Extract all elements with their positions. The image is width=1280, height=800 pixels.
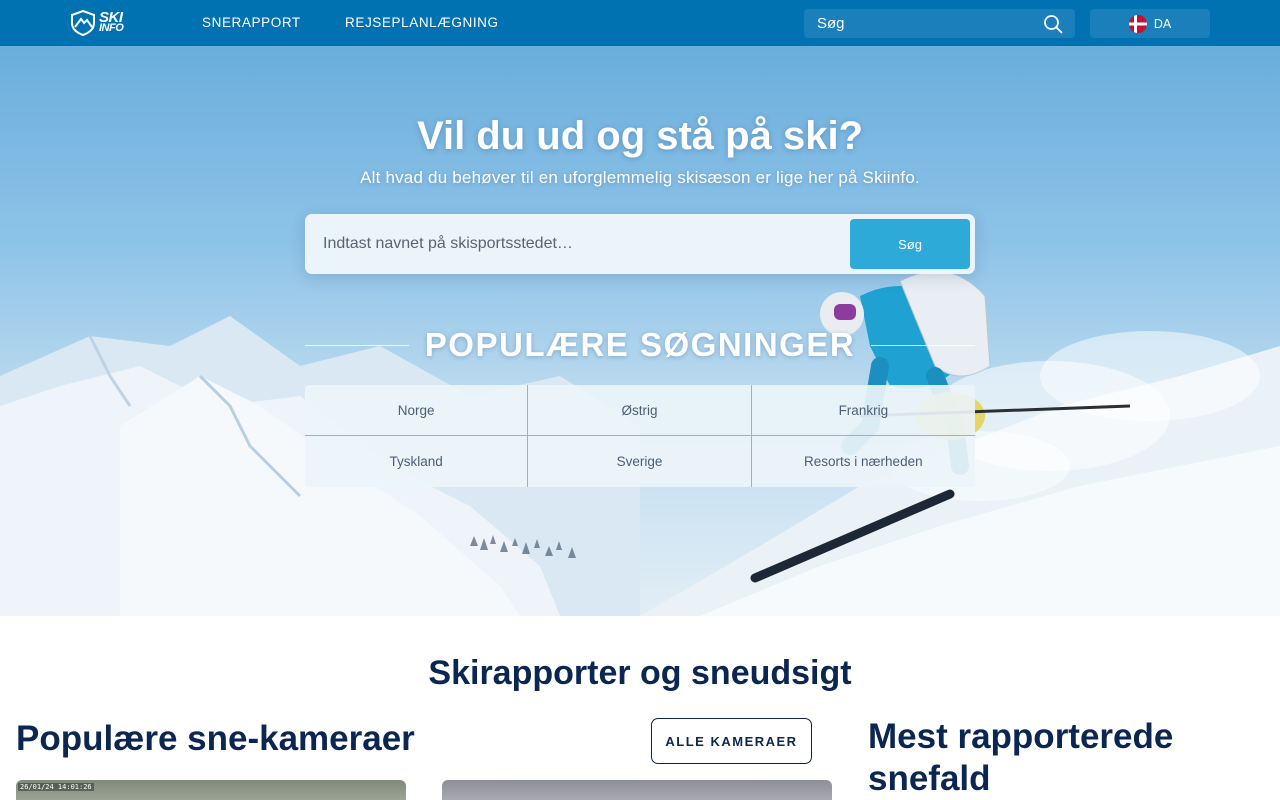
cam-timestamp: 26/01/24 14:01:26 <box>18 783 94 791</box>
popular-searches-grid: Norge Østrig Frankrig Tyskland Sverige R… <box>305 385 975 487</box>
hero-title: Vil du ud og stå på ski? <box>417 114 863 158</box>
popular-search-norge[interactable]: Norge <box>305 385 529 436</box>
popular-searches-title: POPULÆRE SØGNINGER <box>424 326 856 363</box>
popular-search-tyskland[interactable]: Tyskland <box>305 436 529 487</box>
hero-section: Vil du ud og stå på ski? Alt hvad du beh… <box>0 46 1280 616</box>
search-icon[interactable] <box>1043 14 1063 39</box>
resort-search-box: Søg <box>305 214 975 274</box>
popular-search-ostrig[interactable]: Østrig <box>528 385 752 436</box>
nav-link-rejseplanlaegning[interactable]: REJSEPLANLÆGNING <box>345 15 499 30</box>
language-selector-button[interactable]: DA <box>1090 9 1210 38</box>
popular-search-sverige[interactable]: Sverige <box>528 436 752 487</box>
snow-cam-thumbnail[interactable] <box>442 780 832 800</box>
language-label: DA <box>1153 16 1172 31</box>
all-cameras-button[interactable]: ALLE KAMERAER <box>651 718 812 764</box>
hero-subtitle: Alt hvad du behøver til en uforglemmelig… <box>360 168 920 187</box>
popular-search-frankrig[interactable]: Frankrig <box>751 385 975 436</box>
snow-cam-thumbnail[interactable]: 26/01/24 14:01:26 <box>16 780 406 800</box>
popular-searches-header: POPULÆRE SØGNINGER <box>305 322 975 372</box>
resort-search-input[interactable] <box>305 214 845 274</box>
nav-link-snerapport[interactable]: SNERAPPORT <box>202 15 301 30</box>
header-search-input[interactable] <box>804 9 1034 38</box>
resort-search-button[interactable]: Søg <box>850 219 970 269</box>
top-navigation-bar: SKI INFO SNERAPPORT REJSEPLANLÆGNING DA <box>0 0 1280 46</box>
logo-line-2: INFO <box>99 22 124 34</box>
skiinfo-logo[interactable]: SKI INFO <box>70 9 132 37</box>
section-title-ski-reports: Skirapporter og sneudsigt <box>428 654 852 692</box>
mountain-shield-icon <box>71 10 95 36</box>
header-search-box <box>804 9 1075 38</box>
popular-snow-cams-title: Populære sne-kameraer <box>16 719 415 758</box>
denmark-flag-icon <box>1128 14 1147 33</box>
most-reported-snowfall-title: Mest rapporterede snefald <box>868 717 1174 798</box>
popular-search-resorts-nearby[interactable]: Resorts i nærheden <box>752 436 975 487</box>
logo-wordmark: SKI INFO <box>99 10 124 34</box>
